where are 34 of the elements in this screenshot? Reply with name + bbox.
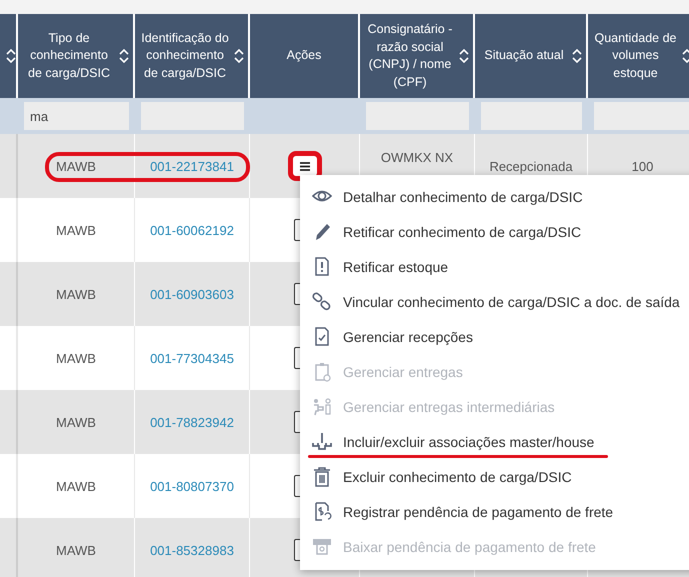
menu-item[interactable]: Excluir conhecimento de carga/DSIC [300, 459, 689, 494]
menu-item[interactable]: Incluir/excluir associações master/house [300, 424, 689, 459]
document-link[interactable]: 001-77304345 [150, 350, 234, 366]
menu-item[interactable]: Registrar pendência de pagamento de frete [300, 494, 689, 529]
link-icon [311, 290, 333, 312]
table-cell: MAWB [18, 134, 135, 198]
filter-field[interactable] [366, 102, 469, 130]
document-link[interactable]: 001-60062192 [150, 222, 234, 238]
sort-icon[interactable] [119, 48, 129, 64]
sort-icon[interactable] [572, 48, 582, 64]
trash-icon [311, 466, 333, 488]
sort-icon[interactable] [682, 48, 689, 64]
filter-field[interactable]: ma [24, 102, 129, 130]
hierarchy-icon [311, 430, 333, 452]
document-link[interactable]: 001-80807370 [150, 478, 234, 494]
menu-item[interactable]: Gerenciar recepções [300, 319, 689, 354]
sort-icon[interactable] [459, 48, 469, 64]
table-cell: OWMKX NX [380, 150, 454, 165]
table-cell: MAWB [18, 262, 135, 326]
filter-field[interactable] [594, 102, 689, 130]
filter-field[interactable] [481, 102, 582, 130]
menu-icon [300, 162, 310, 170]
menu-item[interactable]: Vincular conhecimento de carga/DSIC a doc. de saída [300, 284, 689, 319]
menu-item[interactable]: Retificar estoque [300, 249, 689, 284]
filter-field[interactable] [141, 102, 244, 130]
table-cell: 100 [632, 158, 654, 174]
people-icon [311, 396, 333, 418]
menu-item[interactable]: Detalhar conhecimento de carga/DSIC [300, 179, 689, 214]
table-cell: MAWB [18, 390, 135, 454]
sort-icon[interactable] [234, 48, 244, 64]
menu-item[interactable]: Retificar conhecimento de carga/DSIC [300, 214, 689, 249]
table-cell: Recepcionada [489, 158, 573, 174]
sort-icon[interactable] [6, 48, 16, 64]
table-cell: MAWB [18, 518, 135, 577]
